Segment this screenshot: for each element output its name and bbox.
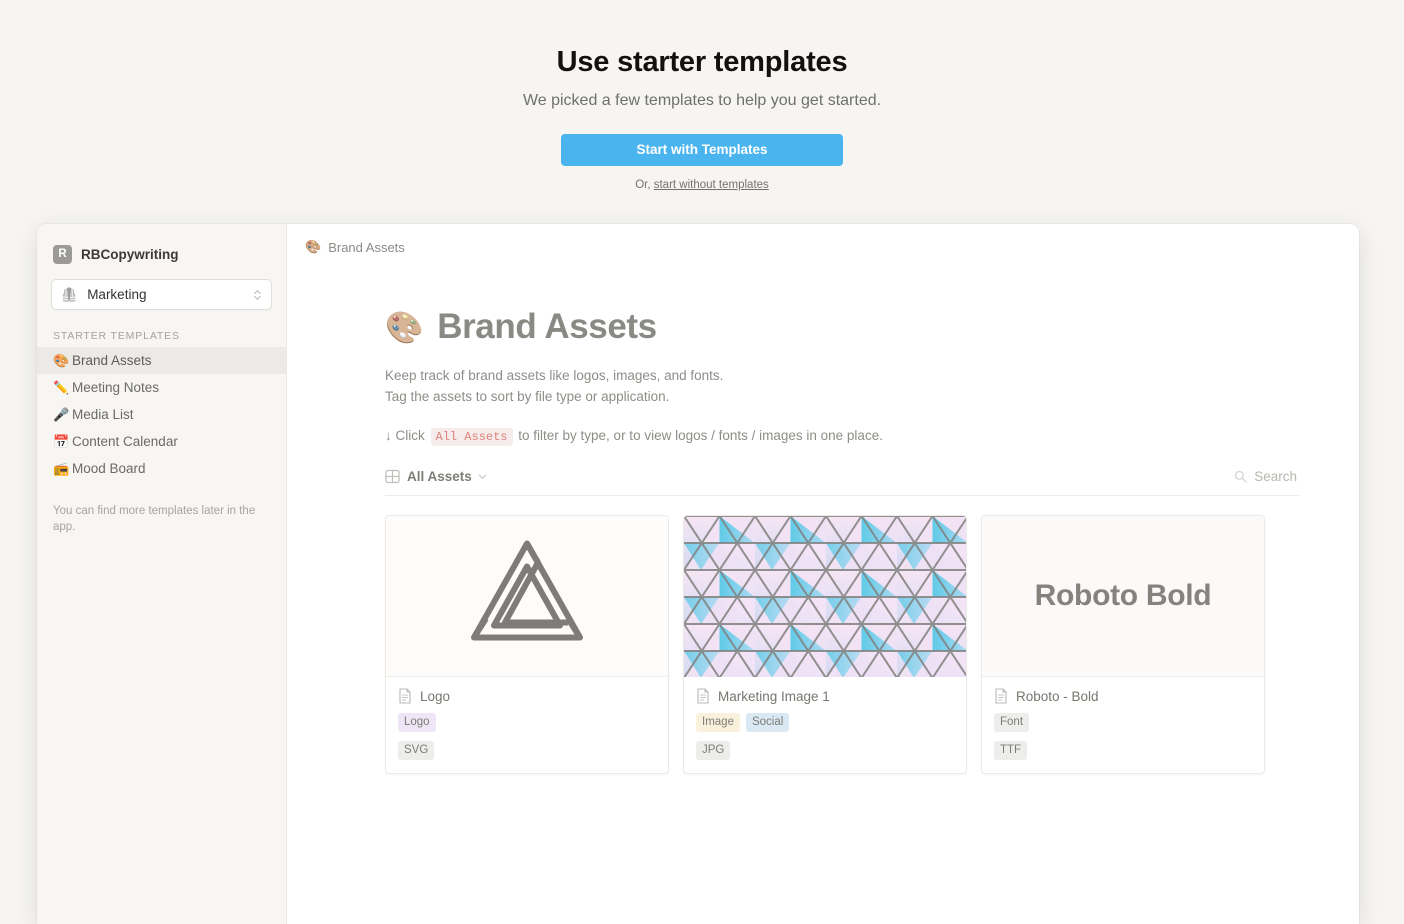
sidebar-section-title: STARTER TEMPLATES bbox=[53, 330, 180, 342]
page-description: Keep track of brand assets like logos, i… bbox=[385, 365, 1299, 407]
inline-code-all-assets: All Assets bbox=[430, 428, 513, 446]
sidebar-item-label: Meeting Notes bbox=[72, 380, 160, 395]
breadcrumb[interactable]: 🎨 Brand Assets bbox=[287, 224, 1359, 258]
font-sample-text: Roboto Bold bbox=[1034, 579, 1212, 612]
sidebar-item-label: Content Calendar bbox=[72, 434, 178, 449]
card-title: Roboto - Bold bbox=[1016, 688, 1099, 704]
palette-icon: 🎨 bbox=[305, 239, 322, 254]
description-line-1: Keep track of brand assets like logos, i… bbox=[385, 368, 724, 383]
page-title-text: Brand Assets bbox=[437, 307, 657, 346]
penrose-triangle-logo-icon bbox=[471, 540, 583, 641]
card-media-logo bbox=[386, 516, 668, 677]
sidebar-item-label: Brand Assets bbox=[72, 353, 152, 368]
promo-alt-text: Or, start without templates bbox=[0, 179, 1404, 191]
hint-suffix: to filter by type, or to view logos / fo… bbox=[514, 428, 883, 443]
card-tags: Logo bbox=[398, 713, 656, 732]
card-title: Marketing Image 1 bbox=[718, 688, 830, 704]
card-title: Logo bbox=[420, 688, 451, 704]
asset-card-logo[interactable]: Logo Logo SVG bbox=[385, 515, 669, 774]
card-title-row: Logo bbox=[398, 688, 656, 704]
workspace-selector-emoji: 🦺 bbox=[61, 286, 78, 302]
page-hint: ↓ Click All Assets to filter by type, or… bbox=[385, 428, 1299, 446]
asset-card-marketing-image-1[interactable]: Marketing Image 1 Image Social JPG bbox=[683, 515, 967, 774]
file-document-icon bbox=[995, 688, 1007, 704]
tag[interactable]: Image bbox=[696, 713, 740, 732]
card-media-pattern bbox=[684, 516, 966, 677]
tag[interactable]: JPG bbox=[696, 741, 731, 760]
starter-templates-promo: Use starter templates We picked a few te… bbox=[0, 0, 1404, 191]
workspace-name: RBCopywriting bbox=[81, 246, 179, 262]
file-document-icon bbox=[697, 688, 709, 704]
asset-card-grid: Logo Logo SVG Marketing Image 1 Image So… bbox=[385, 515, 1299, 774]
page-title: 🎨 Brand Assets bbox=[385, 307, 1299, 347]
tag[interactable]: TTF bbox=[994, 741, 1028, 760]
tag[interactable]: SVG bbox=[398, 741, 435, 760]
workspace-selector[interactable]: 🦺 Marketing bbox=[51, 279, 272, 310]
calendar-icon: 📅 bbox=[53, 433, 70, 449]
microphone-icon: 🎤 bbox=[53, 406, 70, 422]
sidebar-item-meeting-notes[interactable]: ✏️ Meeting Notes bbox=[37, 374, 286, 401]
promo-subtitle: We picked a few templates to help you ge… bbox=[522, 92, 882, 109]
tag[interactable]: Social bbox=[745, 713, 790, 732]
card-tags: Image Social bbox=[696, 713, 954, 732]
card-body: Marketing Image 1 Image Social JPG bbox=[684, 677, 966, 773]
card-tags: TTF bbox=[994, 741, 1252, 760]
file-document-icon bbox=[399, 688, 411, 704]
start-without-templates-link[interactable]: start without templates bbox=[654, 179, 769, 191]
description-line-2: Tag the assets to sort by file type or a… bbox=[385, 389, 670, 404]
promo-title: Use starter templates bbox=[556, 46, 848, 78]
sidebar-item-brand-assets[interactable]: 🎨 Brand Assets bbox=[37, 347, 286, 374]
sidebar-item-mood-board[interactable]: 📻 Mood Board bbox=[37, 455, 286, 482]
card-tags: JPG bbox=[696, 741, 954, 760]
breadcrumb-label: Brand Assets bbox=[328, 239, 405, 255]
palette-icon: 🎨 bbox=[385, 309, 424, 345]
app-window: R RBCopywriting 🦺 Marketing STARTER TEMP… bbox=[37, 224, 1359, 924]
triangular-pattern-image bbox=[684, 516, 966, 677]
workspace-selector-label: Marketing bbox=[87, 287, 147, 302]
asset-card-roboto-bold[interactable]: Roboto Bold Roboto - Bold Font TTF bbox=[981, 515, 1265, 774]
view-selector-label: All Assets bbox=[407, 468, 472, 484]
card-body: Logo Logo SVG bbox=[386, 677, 668, 773]
sidebar-item-content-calendar[interactable]: 📅 Content Calendar bbox=[37, 428, 286, 455]
palette-icon: 🎨 bbox=[53, 352, 70, 368]
hint-prefix: ↓ Click bbox=[385, 428, 429, 443]
radio-icon: 📻 bbox=[53, 460, 70, 476]
search-input[interactable]: Search bbox=[1234, 469, 1299, 484]
document-body: 🎨 Brand Assets Keep track of brand asset… bbox=[287, 258, 1359, 774]
search-placeholder: Search bbox=[1254, 468, 1297, 484]
card-tags: Font bbox=[994, 713, 1252, 732]
sidebar-note: You can find more templates later in the… bbox=[53, 505, 256, 533]
card-tags: SVG bbox=[398, 741, 656, 760]
card-title-row: Roboto - Bold bbox=[994, 688, 1252, 704]
content-area: 🎨 Brand Assets 🎨 Brand Assets Keep track… bbox=[287, 224, 1359, 924]
pencil-icon: ✏️ bbox=[53, 379, 70, 395]
promo-alt-prefix: Or, bbox=[635, 179, 654, 191]
view-selector-all-assets[interactable]: All Assets bbox=[385, 469, 487, 484]
card-media-font-sample: Roboto Bold bbox=[982, 516, 1264, 677]
chevron-up-down-icon bbox=[254, 289, 261, 300]
tag[interactable]: Logo bbox=[398, 713, 436, 732]
workspace-header[interactable]: R RBCopywriting bbox=[37, 241, 286, 267]
sidebar-item-label: Media List bbox=[72, 407, 134, 422]
sidebar-item-media-list[interactable]: 🎤 Media List bbox=[37, 401, 286, 428]
view-toolbar: All Assets Search bbox=[385, 466, 1299, 496]
search-icon bbox=[1235, 470, 1247, 483]
workspace-avatar: R bbox=[53, 244, 72, 264]
tag[interactable]: Font bbox=[994, 713, 1030, 732]
start-with-templates-button[interactable]: Start with Templates bbox=[561, 134, 843, 166]
gallery-grid-icon bbox=[385, 469, 400, 483]
card-body: Roboto - Bold Font TTF bbox=[982, 677, 1264, 773]
sidebar: R RBCopywriting 🦺 Marketing STARTER TEMP… bbox=[37, 224, 287, 924]
card-title-row: Marketing Image 1 bbox=[696, 688, 954, 704]
chevron-down-icon bbox=[478, 474, 486, 479]
sidebar-item-label: Mood Board bbox=[72, 461, 146, 476]
